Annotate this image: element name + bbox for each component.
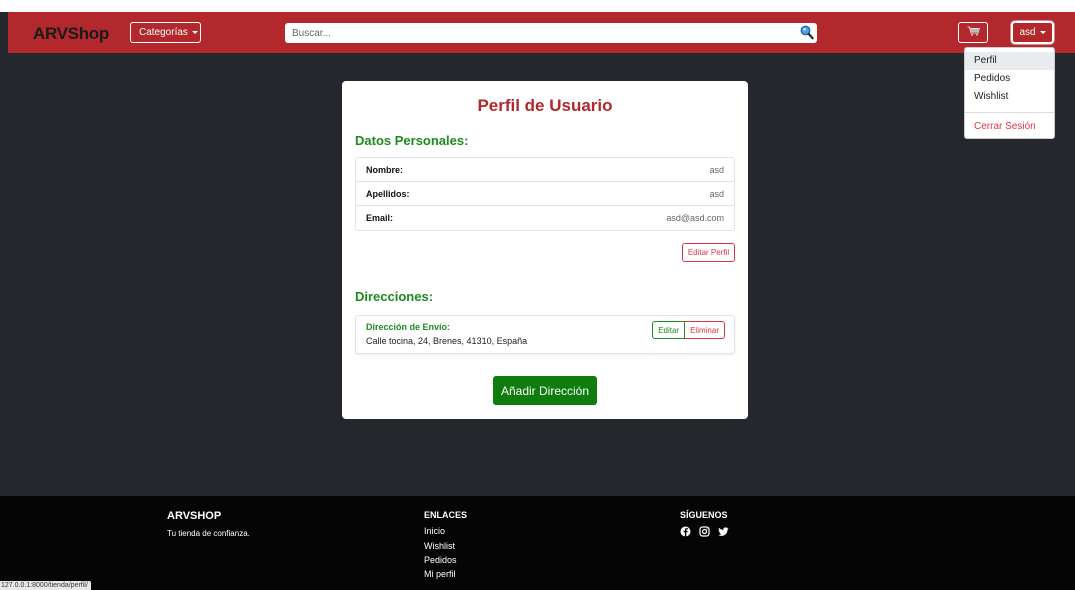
footer-link-inicio[interactable]: Inicio (424, 526, 445, 536)
menu-item-perfil[interactable]: Perfil (965, 52, 1054, 70)
twitter-icon[interactable] (718, 526, 729, 537)
menu-item-wishlist[interactable]: Wishlist (965, 88, 1054, 106)
navbar: ARVShop Categorías asd (8, 12, 1075, 53)
footer-social-heading: SÍGUENOS (680, 510, 728, 520)
browser-top-strip (0, 0, 1075, 12)
field-value: asd (709, 164, 724, 175)
footer-tagline: Tu tienda de confianza. (167, 529, 250, 538)
field-label: Nombre: (366, 164, 404, 175)
cart-button[interactable] (958, 22, 988, 43)
list-item: Email: asd@asd.com (356, 206, 734, 230)
field-value: asd@asd.com (666, 213, 724, 223)
chevron-down-icon (191, 31, 198, 34)
page-title: Perfil de Usuario (477, 96, 613, 115)
edit-address-button[interactable]: Editar (652, 321, 686, 339)
address-item: Dirección de Envío: Calle tocina, 24, Br… (355, 315, 735, 354)
menu-item-pedidos[interactable]: Pedidos (965, 70, 1054, 88)
search-icon[interactable] (800, 25, 814, 40)
footer: ARVSHOP Tu tienda de confianza. ENLACES … (0, 496, 1075, 590)
facebook-icon[interactable] (680, 526, 691, 537)
address-type-label: Dirección de Envío: (366, 322, 451, 332)
footer-brand: ARVSHOP (167, 510, 222, 522)
footer-link-mi-perfil[interactable]: Mi perfil (424, 569, 456, 579)
cart-icon (967, 26, 980, 39)
field-value: asd (709, 188, 724, 199)
footer-link-pedidos[interactable]: Pedidos (424, 555, 457, 565)
add-address-button[interactable]: Añadir Dirección (493, 376, 597, 405)
field-label: Email: (366, 213, 394, 223)
list-item: Nombre: asd (356, 158, 734, 182)
footer-links-heading: ENLACES (424, 510, 468, 520)
personal-data-list: Nombre: asd Apellidos: asd Email: asd@as… (355, 157, 735, 231)
menu-item-logout[interactable]: Cerrar Sesión (965, 118, 1054, 136)
addresses-heading: Direcciones: (355, 289, 434, 304)
brand-logo[interactable]: ARVShop (33, 24, 109, 44)
edit-profile-button[interactable]: Editar Perfil (682, 243, 735, 262)
address-actions: Editar Eliminar (652, 321, 725, 339)
user-menu-label: asd (1019, 27, 1036, 38)
search-bar (285, 23, 817, 43)
user-menu-button[interactable]: asd (1011, 21, 1054, 44)
categories-dropdown-button[interactable]: Categorías (130, 22, 201, 43)
delete-address-button[interactable]: Eliminar (685, 321, 725, 339)
profile-card: Perfil de Usuario Datos Personales: Nomb… (342, 81, 748, 419)
menu-divider (965, 112, 1054, 113)
search-input[interactable] (285, 23, 785, 43)
user-dropdown-menu: Perfil Pedidos Wishlist Cerrar Sesión (964, 47, 1055, 139)
field-label: Apellidos: (366, 188, 410, 199)
footer-link-wishlist[interactable]: Wishlist (424, 541, 455, 551)
instagram-icon[interactable] (699, 526, 710, 537)
list-item: Apellidos: asd (356, 182, 734, 206)
social-links (680, 526, 729, 537)
personal-data-heading: Datos Personales: (355, 133, 469, 148)
address-text: Calle tocina, 24, Brenes, 41310, España (366, 336, 528, 346)
status-bar-url: 127.0.0.1:8000/tienda/perfil/ (0, 581, 91, 590)
chevron-down-icon (1039, 31, 1046, 34)
categories-label: Categorías (139, 27, 188, 38)
